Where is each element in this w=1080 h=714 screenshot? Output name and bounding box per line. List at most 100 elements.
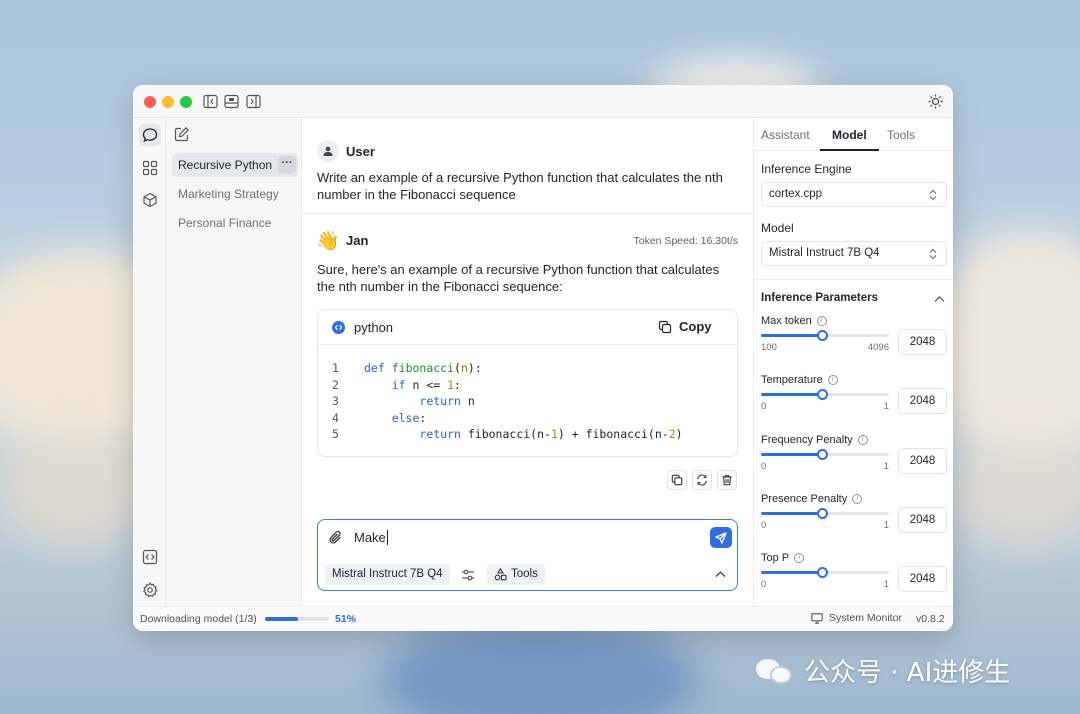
token-speed: Token Speed: 16.30t/s (633, 235, 739, 247)
chevron-up-icon[interactable] (715, 570, 726, 578)
close-window-button[interactable] (144, 96, 156, 108)
tab-model[interactable]: Model (832, 128, 867, 142)
slider-thumb[interactable] (817, 389, 829, 401)
parameter-value-input[interactable]: 2048 (898, 566, 947, 593)
user-message-text: Write an example of a recursive Python f… (317, 170, 723, 202)
line-number: 3 (332, 394, 339, 408)
thread-list: Recursive Python ··· Marketing Strategy … (166, 118, 302, 606)
tab-assistant[interactable]: Assistant (761, 128, 810, 142)
collapse-chevron-up-icon[interactable] (934, 295, 945, 303)
info-icon[interactable]: i (852, 493, 863, 504)
new-thread-edit-icon[interactable] (174, 126, 190, 142)
parameter-value-input[interactable]: 2048 (898, 447, 947, 474)
parameter-name: Presence Penalty (761, 492, 848, 505)
inference-parameters-title: Inference Parameters (761, 292, 878, 304)
parameter-value-input[interactable]: 2048 (898, 388, 947, 415)
chat-panel: User Write an example of a recursive Pyt… (302, 118, 753, 606)
inference-engine-label: Inference Engine (761, 162, 852, 176)
slider-range: 01 (761, 520, 889, 531)
slider-thumb[interactable] (817, 330, 829, 341)
toggle-right-panel-icon[interactable] (246, 94, 261, 109)
slider-fill (761, 334, 823, 337)
settings-sliders-icon[interactable] (461, 568, 475, 582)
model-select[interactable]: Mistral Instruct 7B Q4 (761, 241, 947, 266)
inference-engine-value: cortex.cpp (769, 188, 823, 200)
line-number: 4 (332, 410, 339, 425)
info-icon[interactable]: i (794, 553, 805, 564)
user-avatar-icon (317, 140, 339, 162)
parameter-value-input[interactable]: 2048 (898, 329, 947, 355)
line-number: 1 (332, 361, 339, 375)
settings-gear-icon[interactable] (139, 579, 161, 601)
info-icon[interactable]: i (827, 375, 838, 386)
models-cube-icon[interactable] (139, 189, 161, 211)
maximize-window-button[interactable] (180, 96, 192, 108)
parameter-slider[interactable] (761, 330, 889, 341)
slider-min: 0 (761, 460, 767, 472)
thread-more-icon[interactable]: ··· (278, 156, 296, 174)
slider-max: 4096 (867, 342, 889, 353)
copy-message-button[interactable] (667, 470, 687, 490)
download-percent: 51% (335, 613, 357, 625)
code-line: 2 if n <= 1: (332, 377, 461, 392)
inference-engine-select[interactable]: cortex.cpp (761, 182, 947, 207)
minimize-window-button[interactable] (162, 96, 174, 108)
attach-paperclip-icon[interactable] (328, 530, 343, 545)
download-progress-fill (265, 617, 298, 621)
slider-range: 01 (761, 461, 889, 472)
parameter-slider[interactable] (761, 567, 889, 579)
thread-label: Marketing Strategy (178, 187, 279, 201)
thread-item[interactable]: Recursive Python ··· (172, 153, 298, 177)
system-monitor-label: System Monitor (829, 612, 902, 624)
hub-grid-icon[interactable] (139, 157, 161, 179)
monitor-icon (811, 612, 823, 624)
code-line: 1 def fibonacci(n): (332, 361, 482, 375)
thread-label: Recursive Python (178, 158, 273, 172)
regenerate-button[interactable] (692, 470, 712, 490)
tools-chip[interactable]: Tools (487, 564, 545, 585)
slider-range: 100 4096 (761, 342, 889, 353)
developer-code-icon[interactable] (139, 546, 161, 568)
system-monitor-button[interactable]: System Monitor (811, 612, 902, 624)
thread-item[interactable]: Marketing Strategy (172, 182, 298, 206)
parameter-slider[interactable] (761, 507, 889, 519)
wechat-logo-icon (756, 656, 796, 686)
message-composer[interactable]: Make Mistral Instruct 7B Q4 Tools (317, 519, 738, 591)
chat-icon[interactable] (139, 124, 161, 146)
tools-label: Tools (511, 568, 538, 580)
parameter-name: Temperature (761, 374, 823, 387)
slider-max: 1 (883, 519, 889, 531)
parameter-slider[interactable] (761, 448, 889, 460)
download-status: Downloading model (1/3) (140, 613, 257, 625)
info-icon[interactable]: i (857, 434, 868, 445)
message-input[interactable]: Make (354, 530, 388, 545)
parameter-label: Presence Penalty i (761, 492, 863, 505)
send-button[interactable] (710, 527, 732, 548)
slider-thumb[interactable] (817, 448, 829, 460)
info-icon[interactable]: i (816, 316, 827, 326)
toggle-left-panel-icon[interactable] (203, 94, 218, 109)
model-selector-chip[interactable]: Mistral Instruct 7B Q4 (325, 564, 450, 585)
slider-fill (761, 571, 823, 575)
line-number: 5 (332, 427, 339, 441)
copy-label: Copy (679, 319, 712, 334)
parameter-slider[interactable] (761, 389, 889, 401)
tab-tools[interactable]: Tools (887, 128, 915, 142)
select-caret-icon (929, 189, 937, 201)
slider-range: 01 (761, 401, 889, 412)
slider-min: 0 (761, 519, 767, 531)
toggle-bottom-panel-icon[interactable] (224, 94, 239, 109)
background-cloud (950, 440, 1080, 550)
app-version: v0.8.2 (916, 613, 945, 625)
theme-toggle-icon[interactable] (928, 94, 943, 109)
copy-code-button[interactable]: Copy (658, 319, 712, 334)
parameter-value-input[interactable]: 2048 (898, 506, 947, 533)
slider-thumb[interactable] (817, 507, 829, 519)
slider-thumb[interactable] (817, 567, 829, 579)
delete-message-button[interactable] (717, 470, 737, 490)
assistant-avatar-emoji: 👋 (316, 230, 340, 252)
app-window: Recursive Python ··· Marketing Strategy … (133, 85, 953, 631)
thread-item[interactable]: Personal Finance (172, 211, 298, 235)
model-value: Mistral Instruct 7B Q4 (769, 247, 880, 259)
tools-shapes-icon (494, 568, 507, 581)
